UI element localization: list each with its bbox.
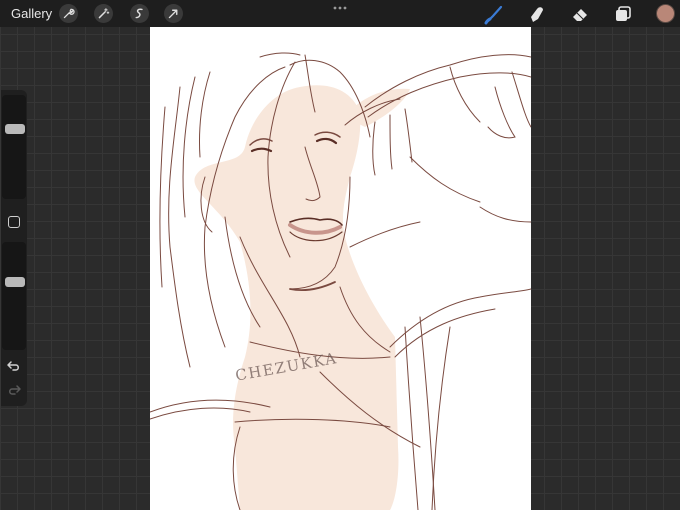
modify-square-icon[interactable] — [8, 216, 20, 228]
redo-icon[interactable] — [6, 383, 22, 397]
opacity-slider[interactable] — [2, 242, 26, 350]
undo-icon[interactable] — [6, 359, 22, 373]
eraser-icon[interactable] — [569, 3, 591, 25]
brush-icon[interactable] — [483, 3, 505, 25]
more-dots-icon[interactable] — [333, 6, 347, 10]
selection-icon[interactable] — [130, 4, 149, 23]
drawing-canvas[interactable]: CHEZUKKA — [150, 27, 531, 510]
gallery-button[interactable]: Gallery — [11, 6, 52, 21]
wrench-icon[interactable] — [59, 4, 78, 23]
sidebar — [1, 90, 27, 406]
smudge-icon[interactable] — [526, 3, 548, 25]
color-picker-swatch[interactable] — [656, 4, 675, 23]
sketch-artwork — [150, 52, 531, 510]
brush-size-handle[interactable] — [5, 124, 25, 135]
opacity-handle[interactable] — [5, 277, 25, 288]
layers-icon[interactable] — [612, 3, 634, 25]
transform-arrow-icon[interactable] — [164, 4, 183, 23]
top-toolbar: Gallery — [0, 0, 680, 27]
magic-wand-icon[interactable] — [94, 4, 113, 23]
brush-size-slider[interactable] — [2, 95, 26, 199]
